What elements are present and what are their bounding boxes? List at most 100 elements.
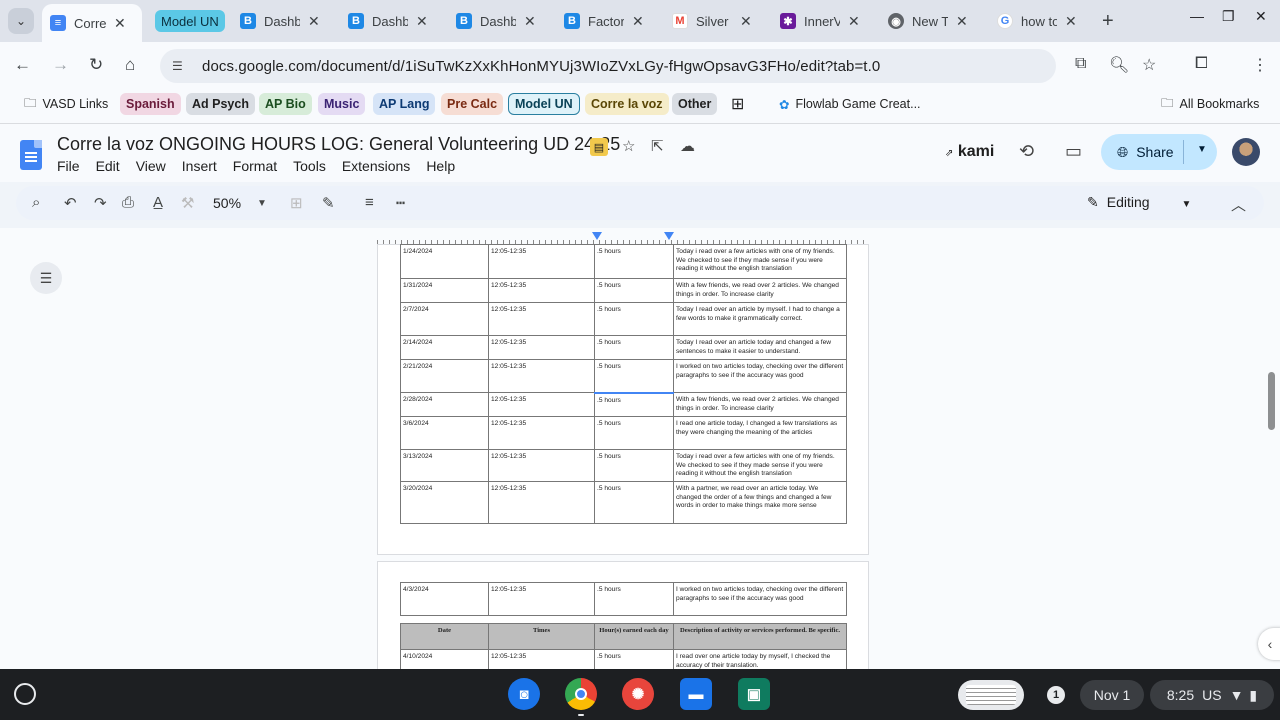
holding-space-icon[interactable] bbox=[958, 680, 1024, 710]
description-cell[interactable]: I worked on two articles today, checking… bbox=[673, 582, 847, 616]
hours-cell[interactable]: .5 hours bbox=[594, 359, 674, 394]
launcher-icon[interactable] bbox=[14, 683, 36, 705]
bookmark-ap-bio[interactable]: AP Bio bbox=[259, 93, 312, 115]
tab-google-search[interactable]: G how to ✕ bbox=[997, 6, 1077, 36]
redo-icon[interactable]: ↷ bbox=[94, 194, 107, 212]
kami-button[interactable]: ⇗ kami bbox=[945, 143, 994, 161]
menu-tools[interactable]: Tools bbox=[293, 158, 326, 174]
bookmark-vasd-links[interactable]: 🗀 VASD Links bbox=[18, 93, 114, 115]
version-history-icon[interactable]: ⟲ bbox=[1019, 141, 1034, 162]
new-tab-icon[interactable]: + bbox=[1102, 10, 1114, 33]
close-tab-icon[interactable]: ✕ bbox=[308, 13, 320, 30]
tab-new-tab[interactable]: ◉ New T ✕ bbox=[888, 6, 968, 36]
search-menus-icon[interactable]: ⌕ bbox=[32, 194, 40, 211]
tab-search-icon[interactable]: ⌄ bbox=[8, 8, 34, 34]
forward-icon[interactable]: → bbox=[52, 55, 69, 75]
table-row[interactable]: 2/28/2024 12:05-12:35 .5 hours With a fe… bbox=[400, 392, 847, 417]
extensions-icon[interactable]: ⧠ bbox=[1195, 55, 1208, 73]
document-outline-icon[interactable]: ☰ bbox=[30, 262, 62, 294]
pen-color-icon[interactable]: ✎ bbox=[322, 194, 335, 212]
description-cell[interactable]: With a few friends, we read over 2 artic… bbox=[673, 392, 847, 417]
files-app-icon[interactable]: ▬ bbox=[680, 678, 712, 710]
close-tab-icon[interactable]: ✕ bbox=[114, 15, 126, 32]
line-dash-icon[interactable]: ┅ bbox=[396, 194, 405, 212]
date-cell[interactable]: 1/31/2024 bbox=[400, 278, 489, 303]
time-cell[interactable]: 12:05-12:35 bbox=[488, 392, 595, 417]
table-row[interactable]: 3/6/2024 12:05-12:35 .5 hours I read one… bbox=[400, 416, 847, 450]
close-tab-icon[interactable]: ✕ bbox=[956, 13, 968, 30]
table-row[interactable]: 2/21/2024 12:05-12:35 .5 hours I worked … bbox=[400, 359, 847, 394]
docs-logo-icon[interactable] bbox=[20, 140, 42, 170]
date-cell[interactable]: 2/14/2024 bbox=[400, 335, 489, 360]
description-cell[interactable]: With a few friends, we read over 2 artic… bbox=[673, 278, 847, 303]
bookmark-other[interactable]: Other bbox=[672, 93, 718, 115]
menu-edit[interactable]: Edit bbox=[96, 158, 120, 174]
tab-dashb-1[interactable]: B Dashb ✕ bbox=[240, 6, 320, 36]
tab-factor[interactable]: B Factor ✕ bbox=[564, 6, 644, 36]
time-cell[interactable]: 12:05-12:35 bbox=[488, 335, 595, 360]
menu-view[interactable]: View bbox=[136, 158, 166, 174]
hours-cell[interactable]: .5 hours bbox=[594, 278, 674, 303]
bookmark-spanish[interactable]: Spanish bbox=[120, 93, 181, 115]
undo-icon[interactable]: ↶ bbox=[64, 194, 77, 212]
tab-dashb-3[interactable]: B Dashb ✕ bbox=[456, 6, 536, 36]
description-cell[interactable]: Today I read over an article by myself. … bbox=[673, 302, 847, 336]
restore-icon[interactable]: ❐ bbox=[1222, 8, 1235, 25]
table-row[interactable]: 3/20/2024 12:05-12:35 .5 hours With a pa… bbox=[400, 481, 847, 524]
zoom-icon[interactable]: 🔍︎ bbox=[1109, 55, 1129, 75]
tab-gmail[interactable]: M Silver ✕ bbox=[672, 6, 752, 36]
time-cell[interactable]: 12:05-12:35 bbox=[488, 278, 595, 303]
share-button[interactable]: 🌐︎ Share ▼ bbox=[1101, 134, 1217, 170]
close-tab-icon[interactable]: ✕ bbox=[1065, 13, 1077, 30]
table-row[interactable]: 2/14/2024 12:05-12:35 .5 hours Today I r… bbox=[400, 335, 847, 360]
table-row[interactable]: 1/24/2024 12:05-12:35 .5 hours Today i r… bbox=[400, 244, 847, 279]
close-tab-icon[interactable]: ✕ bbox=[848, 13, 860, 30]
time-cell[interactable]: 12:05-12:35 bbox=[488, 359, 595, 393]
minimize-icon[interactable]: — bbox=[1190, 8, 1204, 24]
date-cell[interactable]: 2/7/2024 bbox=[400, 302, 489, 336]
print-icon[interactable]: ⎙ bbox=[122, 194, 134, 211]
status-tray[interactable]: 8:25 US ▼ ▮ bbox=[1150, 680, 1274, 710]
description-cell[interactable]: I read one article today, I changed a fe… bbox=[673, 416, 847, 450]
menu-insert[interactable]: Insert bbox=[182, 158, 217, 174]
time-cell[interactable]: 12:05-12:35 bbox=[488, 481, 595, 524]
description-cell[interactable]: Today i read over a few articles with on… bbox=[673, 449, 847, 482]
insert-comment-icon[interactable]: ⊞ bbox=[290, 194, 303, 212]
description-cell[interactable]: Today i read over a few articles with on… bbox=[673, 244, 847, 279]
install-app-icon[interactable]: ⧉ bbox=[1075, 55, 1086, 73]
date-cell[interactable]: 1/24/2024 bbox=[400, 244, 489, 279]
bookmark-flowlab[interactable]: ✿ Flowlab Game Creat... bbox=[773, 93, 927, 115]
hours-cell[interactable]: .5 hours bbox=[594, 302, 674, 336]
camera-app-icon[interactable]: ◙ bbox=[508, 678, 540, 710]
kami-badge-icon[interactable]: ▤ bbox=[590, 138, 608, 156]
table-row[interactable]: 1/31/2024 12:05-12:35 .5 hours With a fe… bbox=[400, 278, 847, 303]
move-folder-icon[interactable]: ⇱ bbox=[651, 137, 664, 155]
close-tab-icon[interactable]: ✕ bbox=[632, 13, 644, 30]
close-tab-icon[interactable]: ✕ bbox=[740, 13, 752, 30]
date-cell[interactable]: 3/13/2024 bbox=[400, 449, 489, 482]
hours-cell[interactable]: .5 hours bbox=[594, 449, 674, 482]
bookmark-ad-psych[interactable]: Ad Psych bbox=[186, 93, 255, 115]
bookmark-all-bookmarks[interactable]: 🗀 All Bookmarks bbox=[1155, 93, 1265, 115]
menu-file[interactable]: File bbox=[57, 158, 80, 174]
time-cell[interactable]: 12:05-12:35 bbox=[488, 302, 595, 336]
tab-dashb-2[interactable]: B Dashb ✕ bbox=[348, 6, 428, 36]
description-cell[interactable]: Today I read over an article today and c… bbox=[673, 335, 847, 360]
hours-cell[interactable]: .5 hours bbox=[594, 582, 674, 616]
paint-format-icon[interactable]: ⚒ bbox=[181, 194, 194, 212]
notification-count[interactable]: 1 bbox=[1047, 686, 1065, 704]
document-title[interactable]: Corre la voz ONGOING HOURS LOG: General … bbox=[57, 134, 620, 155]
collapse-menus-icon[interactable]: ︿ bbox=[1231, 194, 1246, 215]
description-cell[interactable]: I worked on two articles today, checking… bbox=[673, 359, 847, 393]
canvas-app-icon[interactable]: ✺ bbox=[622, 678, 654, 710]
menu-extensions[interactable]: Extensions bbox=[342, 158, 410, 174]
classroom-app-icon[interactable]: ▣ bbox=[738, 678, 770, 710]
close-tab-icon[interactable]: ✕ bbox=[524, 13, 536, 30]
hours-cell[interactable]: .5 hours bbox=[594, 481, 674, 524]
date-cell[interactable]: 4/3/2024 bbox=[400, 582, 489, 616]
reload-icon[interactable]: ↻ bbox=[89, 55, 103, 75]
url-text[interactable]: docs.google.com/document/d/1iSuTwKzXxKhH… bbox=[202, 58, 880, 75]
date-cell[interactable]: 3/20/2024 bbox=[400, 481, 489, 524]
zoom-select[interactable]: 50% bbox=[213, 195, 241, 211]
hours-cell[interactable]: .5 hours bbox=[594, 335, 674, 360]
